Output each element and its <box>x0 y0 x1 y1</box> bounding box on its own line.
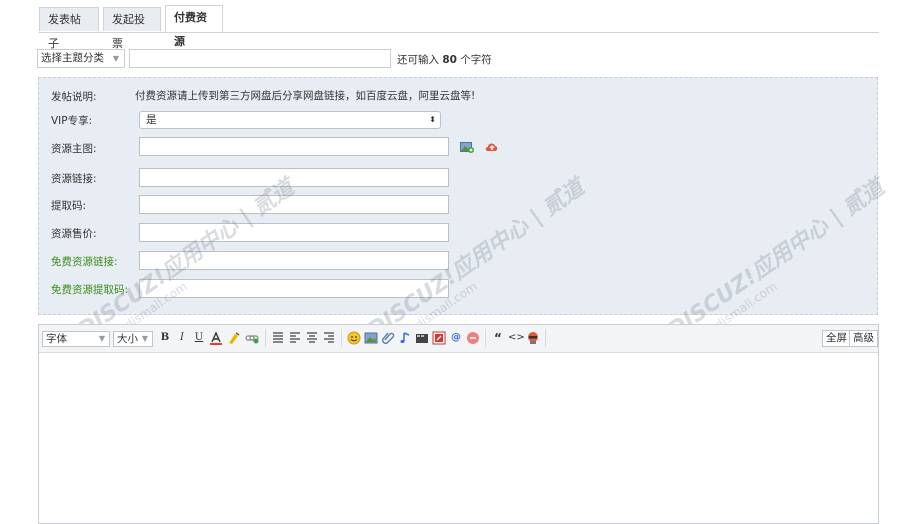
chevron-down-icon: ▼ <box>112 54 119 63</box>
toolbar-divider <box>485 329 486 347</box>
editor-content-area[interactable] <box>39 353 878 523</box>
highlight-icon[interactable] <box>227 331 241 345</box>
advanced-button[interactable]: 高级 <box>849 330 878 347</box>
free-code-label: 免费资源提取码: <box>51 284 129 296</box>
smiley-icon[interactable] <box>347 331 361 345</box>
image-label: 资源主图: <box>51 143 97 155</box>
editor-toolbar: 字体 ▼ 大小 ▼ B I U @ “ <> 全屏 高级 <box>39 325 878 353</box>
attachment-icon[interactable] <box>381 331 395 345</box>
price-input[interactable] <box>139 223 449 242</box>
free-link-label: 免费资源链接: <box>51 256 118 268</box>
vip-select[interactable]: 是 ⬍ <box>139 111 441 129</box>
toolbar-divider <box>265 329 266 347</box>
char-remaining: 还可输入 80 个字符 <box>397 54 492 66</box>
image-icon[interactable] <box>364 331 378 345</box>
align-center-icon[interactable] <box>305 331 319 345</box>
chevron-down-icon: ▼ <box>141 334 148 343</box>
quote-icon[interactable]: “ <box>491 331 505 345</box>
code-input[interactable] <box>139 195 449 214</box>
tab-poll[interactable]: 发起投票 <box>103 7 161 50</box>
align-left-icon[interactable] <box>288 331 302 345</box>
at-icon[interactable]: @ <box>449 331 463 345</box>
vip-label: VIP专享: <box>51 115 93 127</box>
desc-label: 发帖说明: <box>51 91 97 103</box>
video-icon[interactable] <box>415 331 429 345</box>
text-color-icon[interactable] <box>209 331 223 345</box>
paid-resource-form: 发帖说明: 付费资源请上传到第三方网盘后分享网盘链接，如百度云盘，阿里云盘等! … <box>38 77 878 315</box>
italic-icon[interactable]: I <box>175 331 189 345</box>
post-editor: 字体 ▼ 大小 ▼ B I U @ “ <> 全屏 高级 <box>38 324 879 524</box>
desc-text: 付费资源请上传到第三方网盘后分享网盘链接，如百度云盘，阿里云盘等! <box>135 90 476 102</box>
magic-icon[interactable] <box>466 331 480 345</box>
upload-cloud-icon[interactable] <box>485 141 499 156</box>
toolbar-divider <box>341 329 342 347</box>
hide-content-icon[interactable] <box>526 331 540 345</box>
image-input[interactable] <box>139 137 449 156</box>
chevron-down-icon: ▼ <box>98 334 105 343</box>
subject-input[interactable] <box>129 49 391 68</box>
category-select[interactable]: 选择主题分类 ▼ <box>37 49 125 68</box>
insert-image-icon[interactable] <box>460 141 474 156</box>
fullscreen-button[interactable]: 全屏 <box>822 330 851 347</box>
code-label: 提取码: <box>51 200 87 212</box>
font-select[interactable]: 字体 ▼ <box>42 331 110 347</box>
insert-link-icon[interactable] <box>245 331 259 345</box>
link-input[interactable] <box>139 168 449 187</box>
free-link-input[interactable] <box>139 251 449 270</box>
flash-icon[interactable] <box>432 331 446 345</box>
align-right-icon[interactable] <box>322 331 336 345</box>
music-icon[interactable] <box>398 331 412 345</box>
tab-paid-resource[interactable]: 付费资源 <box>165 5 223 48</box>
bold-icon[interactable]: B <box>158 331 172 345</box>
toolbar-divider <box>545 329 546 347</box>
code-icon[interactable]: <> <box>508 331 525 345</box>
price-label: 资源售价: <box>51 228 97 240</box>
font-size-select[interactable]: 大小 ▼ <box>113 331 153 347</box>
tab-post[interactable]: 发表帖子 <box>39 7 99 50</box>
post-type-tabs: 发表帖子 发起投票 付费资源 <box>39 5 879 50</box>
align-justify-icon[interactable] <box>271 331 285 345</box>
updown-icon: ⬍ <box>429 115 436 124</box>
link-label: 资源链接: <box>51 173 97 185</box>
free-code-input[interactable] <box>139 279 449 298</box>
underline-icon[interactable]: U <box>192 331 206 345</box>
